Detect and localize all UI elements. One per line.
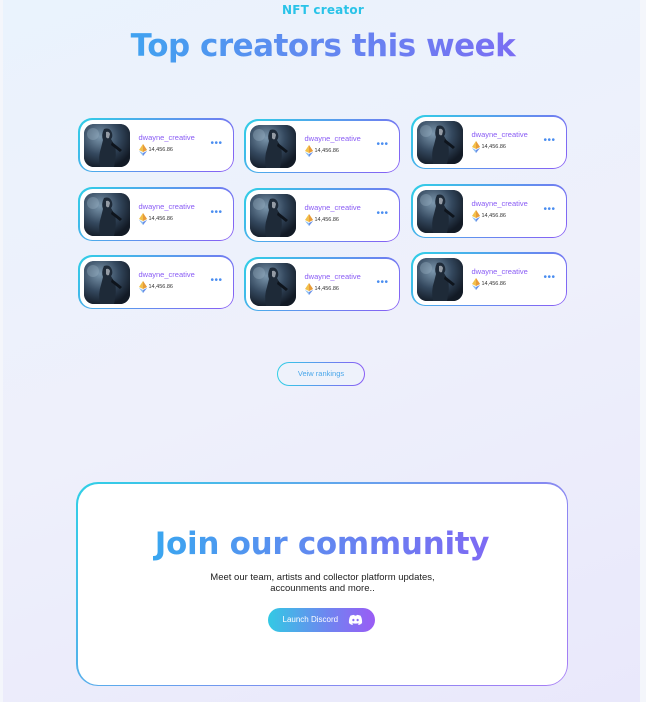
ethereum-icon [138,212,147,225]
creator-value: 14,456.86 [314,147,339,154]
launch-discord-label: Launch Discord [282,614,339,624]
discord-icon [348,613,363,627]
creator-value: 14,456.86 [148,283,173,290]
creator-name[interactable]: dwayne_creative [472,199,528,208]
section-label: NFT creator [282,3,364,17]
ethereum-icon [138,280,147,293]
page-edge-right [640,0,646,702]
more-dots-icon[interactable]: ••• [376,208,388,218]
creator-value: 14,456.86 [481,143,506,150]
more-dots-icon[interactable]: ••• [376,139,388,149]
creator-name[interactable]: dwayne_creative [139,133,195,142]
creator-value: 14,456.86 [314,216,339,223]
creator-card[interactable]: dwayne_creative 14,456.86 ••• [411,115,567,169]
creator-card[interactable]: dwayne_creative 14,456.86 ••• [244,188,400,242]
creator-avatar [83,123,130,167]
creator-value: 14,456.86 [481,212,506,219]
creator-avatar [416,120,463,164]
creator-avatar [249,193,296,237]
community-description: Meet our team, artists and collector pla… [210,571,435,594]
creator-name[interactable]: dwayne_creative [472,267,528,276]
creator-card[interactable]: dwayne_creative 14,456.86 ••• [78,255,234,309]
creator-avatar [83,192,130,236]
more-dots-icon[interactable]: ••• [543,204,555,214]
creator-avatar [416,189,463,233]
community-panel: Join our community Meet our team, artist… [76,482,568,686]
creator-avatar [249,262,296,306]
ethereum-icon [304,144,313,157]
creator-name[interactable]: dwayne_creative [305,134,361,143]
ethereum-icon [471,209,480,222]
ethereum-icon [471,140,480,153]
creator-card[interactable]: dwayne_creative 14,456.86 ••• [78,118,234,172]
creator-card[interactable]: dwayne_creative 14,456.86 ••• [78,187,234,241]
creator-avatar [416,257,463,301]
more-dots-icon[interactable]: ••• [376,277,388,287]
creator-card[interactable]: dwayne_creative 14,456.86 ••• [411,252,567,306]
more-dots-icon[interactable]: ••• [543,135,555,145]
creator-name[interactable]: dwayne_creative [305,203,361,212]
ethereum-icon [304,282,313,295]
creator-name[interactable]: dwayne_creative [139,270,195,279]
page-edge-left [0,0,3,702]
creator-name[interactable]: dwayne_creative [472,130,528,139]
ethereum-icon [138,143,147,156]
ethereum-icon [471,277,480,290]
creator-value: 14,456.86 [148,146,173,153]
more-dots-icon[interactable]: ••• [210,207,222,217]
creator-card[interactable]: dwayne_creative 14,456.86 ••• [244,119,400,173]
creator-card[interactable]: dwayne_creative 14,456.86 ••• [411,184,567,238]
creator-name[interactable]: dwayne_creative [139,202,195,211]
creator-avatar [83,260,130,304]
creator-value: 14,456.86 [314,285,339,292]
community-title: Join our community [78,526,567,562]
creator-avatar [249,124,296,168]
creator-name[interactable]: dwayne_creative [305,272,361,281]
ethereum-icon [304,213,313,226]
more-dots-icon[interactable]: ••• [210,138,222,148]
view-rankings-button[interactable]: Veiw rankings [277,362,365,386]
creator-card[interactable]: dwayne_creative 14,456.86 ••• [244,257,400,311]
more-dots-icon[interactable]: ••• [210,275,222,285]
launch-discord-button[interactable]: Launch Discord [267,607,375,632]
page-title: Top creators this week [0,28,646,64]
more-dots-icon[interactable]: ••• [543,272,555,282]
creator-value: 14,456.86 [481,280,506,287]
view-rankings-label: Veiw rankings [278,363,364,385]
creator-value: 14,456.86 [148,215,173,222]
